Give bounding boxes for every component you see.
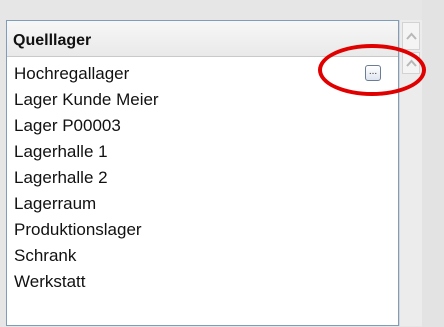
browse-button[interactable]: ... xyxy=(365,65,381,81)
vertical-scrollbar[interactable] xyxy=(399,20,422,326)
list-item-label: Hochregallager xyxy=(14,64,130,83)
list-item-label: Lager Kunde Meier xyxy=(14,90,159,109)
list-item[interactable]: Werkstatt xyxy=(7,269,398,295)
list-item[interactable]: Produktionslager xyxy=(7,217,398,243)
list-item[interactable]: Lagerhalle 1 xyxy=(7,139,398,165)
list-item[interactable]: Hochregallager ... xyxy=(7,61,398,87)
list-item-label: Produktionslager xyxy=(14,220,142,239)
list-item-label: Lagerhalle 2 xyxy=(14,168,108,187)
list-header: Quelllager xyxy=(7,21,398,57)
window-edge xyxy=(422,0,444,327)
list-item[interactable]: Lager Kunde Meier xyxy=(7,87,398,113)
scroll-up-button[interactable] xyxy=(402,22,420,50)
warehouse-list-panel: Quelllager Hochregallager ... Lager Kund… xyxy=(6,20,399,326)
list-header-label: Quelllager xyxy=(13,32,92,49)
list-item[interactable]: Lager P00003 xyxy=(7,113,398,139)
chevron-up-icon xyxy=(406,32,417,40)
chevron-up-icon xyxy=(406,59,417,67)
list-item-label: Werkstatt xyxy=(14,272,86,291)
list-item[interactable]: Schrank xyxy=(7,243,398,269)
list-item[interactable]: Lagerhalle 2 xyxy=(7,165,398,191)
list-item-label: Lager P00003 xyxy=(14,116,121,135)
list-item[interactable]: Lagerraum xyxy=(7,191,398,217)
list-item-label: Lagerraum xyxy=(14,194,97,213)
scroll-thumb[interactable] xyxy=(402,52,420,74)
warehouse-list: Hochregallager ... Lager Kunde Meier Lag… xyxy=(7,61,398,295)
window-frame: Quelllager Hochregallager ... Lager Kund… xyxy=(0,0,444,327)
list-item-label: Schrank xyxy=(14,246,77,265)
list-item-label: Lagerhalle 1 xyxy=(14,142,108,161)
